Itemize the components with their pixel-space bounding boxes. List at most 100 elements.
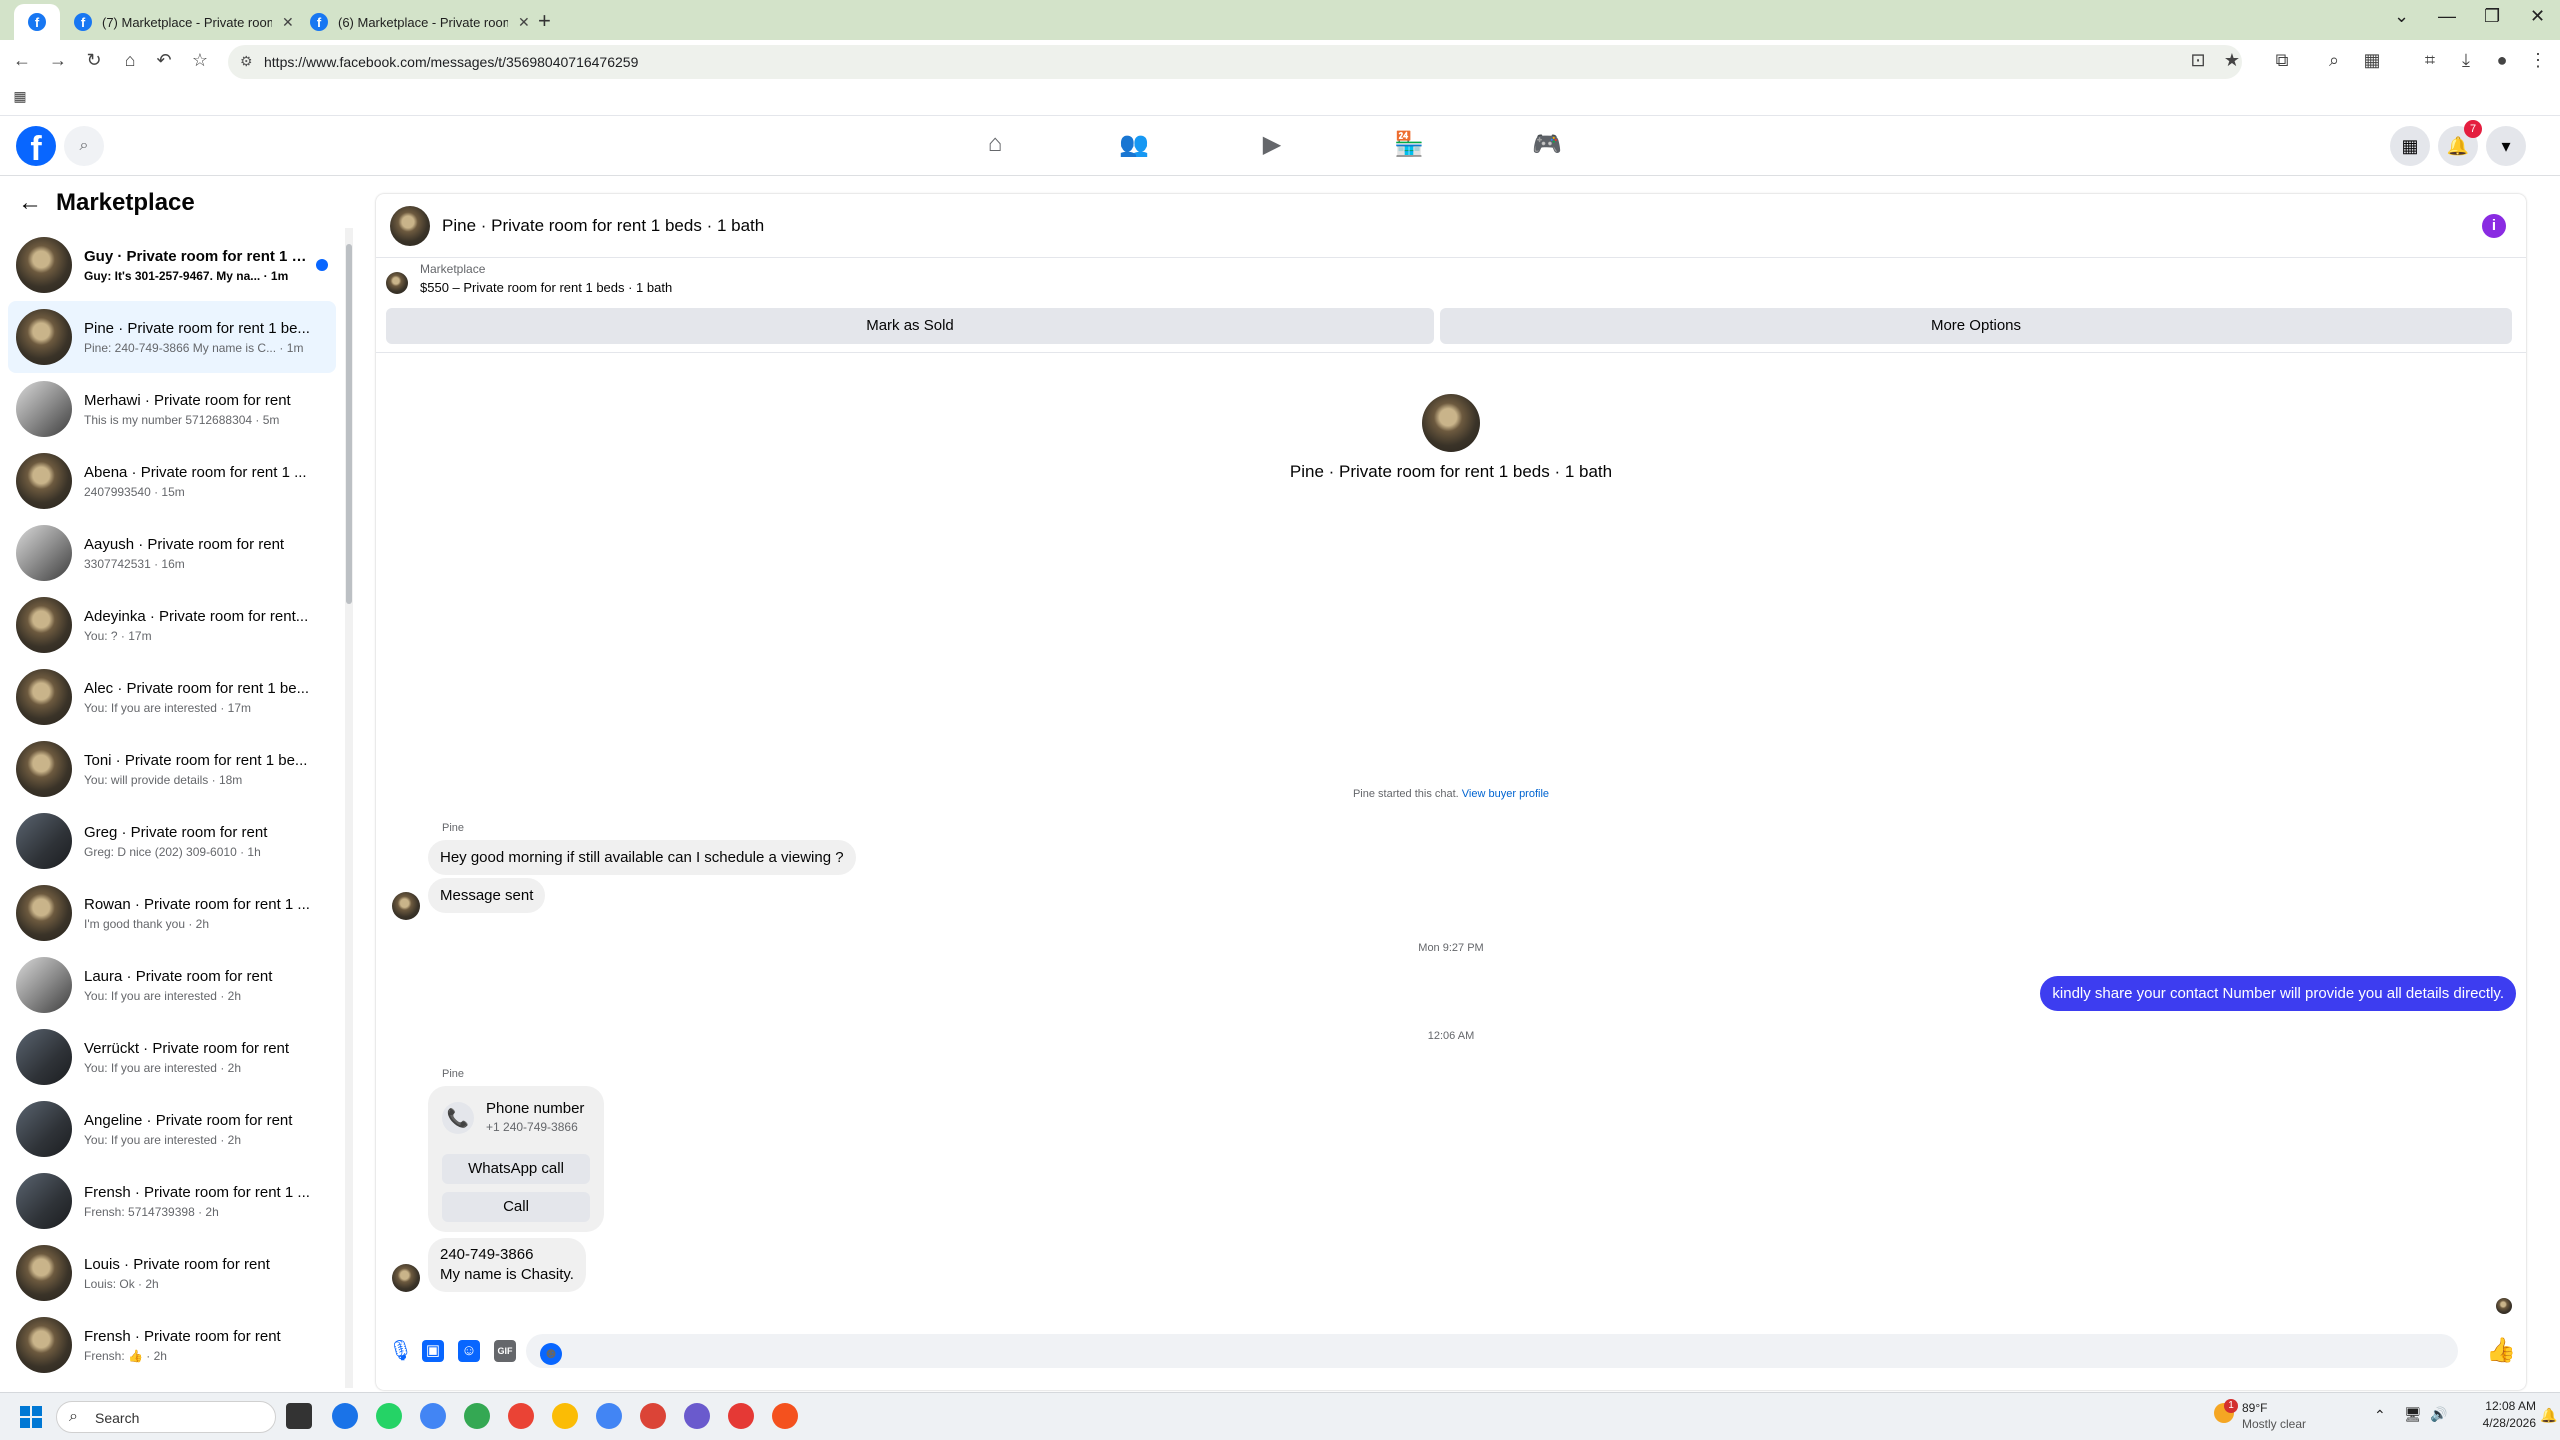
conversation-item[interactable]: Laura · Private room for rent You: If you…	[8, 949, 336, 1021]
apps-grid-icon[interactable]: ▦	[8, 88, 32, 105]
site-info-icon[interactable]: ⚙	[240, 53, 253, 70]
conversation-item[interactable]: Frensh · Private room for rent Frensh: 👍 …	[8, 1309, 336, 1381]
maximize-icon[interactable]: ❐	[2484, 6, 2500, 27]
friends-nav-icon[interactable]: 👥	[1114, 130, 1154, 162]
menu-kebab-icon[interactable]: ⋮	[2526, 50, 2550, 71]
conversation-item[interactable]: Adeyinka · Private room for rent... You: …	[8, 589, 336, 661]
zoom-icon[interactable]: ⌕	[2322, 50, 2346, 71]
sender-avatar[interactable]	[392, 1264, 420, 1292]
volume-icon[interactable]: 🔊	[2430, 1406, 2447, 1423]
video-nav-icon[interactable]: ▶	[1252, 130, 1292, 162]
incoming-message[interactable]: Hey good morning if still available can …	[428, 840, 856, 875]
conversation-item[interactable]: Toni · Private room for rent 1 be... You:…	[8, 733, 336, 805]
conversation-item[interactable]: Greg · Private room for rent Greg: D nice…	[8, 805, 336, 877]
taskbar-search[interactable]: ⌕ Search	[56, 1401, 276, 1433]
info-icon[interactable]: i	[2482, 214, 2506, 238]
chrome-profile-icon[interactable]	[596, 1403, 622, 1429]
conversation-text: Abena · Private room for rent 1 ... 24079…	[84, 464, 312, 499]
home-nav-icon[interactable]: ⌂	[975, 130, 1015, 162]
message-line: My name is Chasity.	[440, 1266, 574, 1283]
undo-icon[interactable]: ↶	[152, 50, 176, 71]
tab-marketplace-1[interactable]: f (7) Marketplace - Private room ✕	[60, 4, 308, 40]
home-icon[interactable]: ⌂	[118, 50, 142, 71]
notifications-bell-icon[interactable]: 🔔 7	[2438, 120, 2482, 166]
conversation-item[interactable]: Louis · Private room for rent Louis: Ok ·…	[8, 1237, 336, 1309]
crop-icon[interactable]: ⌗	[2418, 50, 2442, 71]
download-icon[interactable]: ⤓	[2454, 50, 2478, 71]
task-view-icon[interactable]	[286, 1403, 312, 1429]
network-icon[interactable]: 🖥	[2404, 1406, 2422, 1423]
message-input[interactable]: Aa ☻	[526, 1334, 2458, 1368]
view-buyer-profile-link[interactable]: View buyer profile	[1462, 788, 1549, 800]
chrome-profile-icon[interactable]	[464, 1403, 490, 1429]
conversation-item[interactable]: Alec · Private room for rent 1 be... You:…	[8, 661, 336, 733]
whatsapp-call-button[interactable]: WhatsApp call	[442, 1154, 590, 1184]
menu-grid-icon[interactable]: ▦	[2390, 126, 2430, 166]
chrome-profile-icon[interactable]	[508, 1403, 534, 1429]
chat-avatar[interactable]	[390, 205, 430, 246]
sidebar-scroll-thumb[interactable]	[346, 244, 352, 604]
address-bar[interactable]: ⚙ https://www.facebook.com/messages/t/35…	[228, 45, 2242, 79]
grid-icon[interactable]: ▦	[2360, 50, 2384, 71]
conversation-item[interactable]: Pine · Private room for rent 1 be... Pine…	[8, 301, 336, 373]
microphone-icon[interactable]: 🎙	[388, 1340, 413, 1362]
close-tab-icon[interactable]: ✕	[282, 14, 294, 31]
outgoing-message[interactable]: kindly share your contact Number will pr…	[2040, 976, 2516, 1011]
app-icon[interactable]	[728, 1403, 754, 1429]
conversation-item[interactable]: Guy · Private room for rent 1 b... Guy: I…	[8, 229, 336, 301]
photo-icon[interactable]: ▣	[422, 1340, 444, 1362]
conversation-item[interactable]: Merhawi · Private room for rent This is m…	[8, 373, 336, 445]
app-icon[interactable]	[772, 1403, 798, 1429]
forward-icon[interactable]: →	[46, 50, 70, 71]
search-icon[interactable]: ⌕	[64, 126, 104, 166]
mark-as-sold-button[interactable]: Mark as Sold	[386, 308, 1434, 344]
close-window-icon[interactable]: ✕	[2530, 6, 2545, 27]
url-text[interactable]: https://www.facebook.com/messages/t/3569…	[264, 54, 638, 70]
install-app-icon[interactable]: ⊡	[2186, 50, 2210, 71]
gif-icon[interactable]: GIF	[494, 1340, 516, 1362]
tab-marketplace-2[interactable]: f (6) Marketplace - Private room ✕	[296, 4, 544, 40]
listing-price: $550 – Private room for rent 1 beds · 1 …	[420, 280, 673, 295]
call-button[interactable]: Call	[442, 1192, 590, 1222]
chrome-profile-icon[interactable]	[552, 1403, 578, 1429]
notification-bell-icon[interactable]: 🔔	[2540, 1407, 2557, 1424]
chrome-icon[interactable]	[332, 1403, 358, 1429]
emoji-icon[interactable]: ☻	[540, 1343, 562, 1365]
incoming-message[interactable]: Message sent	[428, 878, 546, 913]
conversation-item[interactable]: Verrückt · Private room for rent You: If …	[8, 1021, 336, 1093]
sticker-icon[interactable]: ☺	[458, 1340, 480, 1362]
conversation-item[interactable]: Rowan · Private room for rent 1 ... I'm g…	[8, 877, 336, 949]
extensions-icon[interactable]: ⧉	[2270, 50, 2294, 71]
reload-icon[interactable]: ↻	[82, 50, 106, 71]
clock[interactable]: 12:08 AM 4/28/2026	[2476, 1399, 2536, 1430]
account-chevron-down-icon[interactable]: ▾	[2486, 126, 2526, 166]
chevron-up-icon[interactable]: ⌃	[2374, 1407, 2386, 1424]
chrome-profile-icon[interactable]	[684, 1403, 710, 1429]
minimize-icon[interactable]: —	[2438, 6, 2456, 27]
conversation-item[interactable]: Abena · Private room for rent 1 ... 24079…	[8, 445, 336, 517]
whatsapp-icon[interactable]	[376, 1403, 402, 1429]
sender-avatar[interactable]	[392, 892, 420, 920]
star-icon[interactable]: ★	[2220, 50, 2244, 71]
gaming-nav-icon[interactable]: 🎮	[1527, 130, 1567, 162]
conversation-item[interactable]: Frensh · Private room for rent 1 ... Fren…	[8, 1165, 336, 1237]
thumbs-up-icon[interactable]: 👍	[2486, 1336, 2516, 1365]
back-arrow-icon[interactable]: ←	[18, 189, 42, 217]
conversation-item[interactable]: Aayush · Private room for rent 3307742531…	[8, 517, 336, 589]
tab-pinned-facebook[interactable]: f	[14, 4, 60, 40]
new-tab-button[interactable]: +	[538, 8, 551, 34]
facebook-logo-icon[interactable]: f	[16, 126, 56, 168]
back-icon[interactable]: ←	[10, 50, 34, 71]
close-tab-icon[interactable]: ✕	[518, 14, 530, 31]
more-options-button[interactable]: More Options	[1440, 308, 2512, 344]
chrome-profile-icon[interactable]	[640, 1403, 666, 1429]
tab-search-icon[interactable]: ⌄	[2394, 6, 2409, 27]
chrome-profile-icon[interactable]	[420, 1403, 446, 1429]
chat-title[interactable]: Pine · Private room for rent 1 beds · 1 …	[442, 216, 764, 236]
profile-icon[interactable]: ●	[2490, 50, 2514, 71]
incoming-message[interactable]: 240-749-3866 My name is Chasity.	[428, 1238, 586, 1292]
marketplace-nav-icon[interactable]: 🏪	[1389, 130, 1429, 162]
bookmark-star-icon[interactable]: ☆	[188, 50, 212, 71]
conversation-item[interactable]: Angeline · Private room for rent You: If …	[8, 1093, 336, 1165]
windows-start-icon[interactable]	[20, 1406, 42, 1428]
